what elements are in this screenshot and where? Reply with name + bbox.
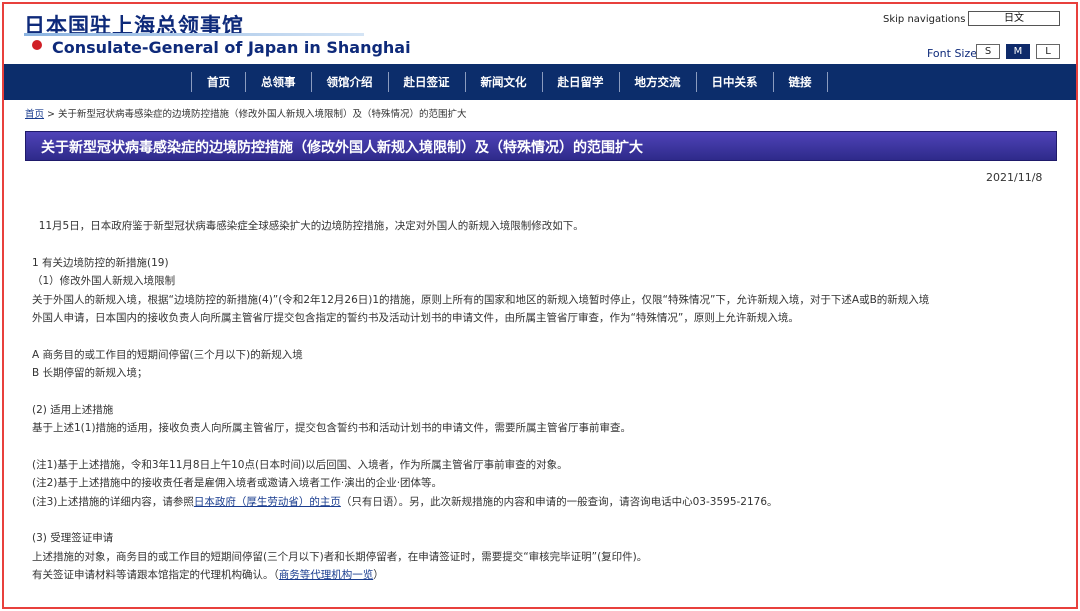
site-header: 日本国驻上海总领事馆 Consulate-General of Japan in… [4, 4, 1076, 64]
section3-title: (3) 受理签证申请 [32, 532, 114, 544]
japan-flag-icon [25, 37, 49, 53]
nav-item-consul-general[interactable]: 总领事 [245, 72, 311, 92]
nav-item-home[interactable]: 首页 [191, 72, 245, 92]
language-button[interactable]: 日文 [968, 11, 1060, 26]
section2-body: 基于上述1(1)措施的适用，接收负责人向所属主管省厅，提交包含誓约书和活动计划书… [32, 422, 632, 434]
font-size-label: Font Size [927, 47, 978, 60]
breadcrumb-separator: > [47, 109, 56, 120]
agency-list-link[interactable]: 商务等代理机构一览 [279, 569, 374, 581]
breadcrumb: 首页 > 关于新型冠状病毒感染症的边境防控措施（修改外国人新规入境限制）及（特殊… [25, 106, 467, 120]
publish-date: 2021/11/8 [986, 171, 1043, 184]
nav-item-study[interactable]: 赴日留学 [541, 72, 619, 92]
item-a: A 商务目的或工作目的短期间停留(三个月以下)的新规入境 [32, 348, 303, 361]
font-size-small-button[interactable]: S [976, 44, 1000, 59]
nav-item-links[interactable]: 链接 [772, 72, 828, 92]
note-2: (注2)基于上述措施中的接收责任者是雇佣入境者或邀请入境者工作·演出的企业·团体… [32, 477, 443, 489]
intro-paragraph: 11月5日，日本政府鉴于新型冠状病毒感染症全球感染扩大的边境防控措施，决定对外国… [38, 220, 584, 232]
section1-subtitle: （1）修改外国人新规入境限制 [32, 275, 176, 287]
breadcrumb-home-link[interactable]: 首页 [25, 109, 44, 120]
title-divider [24, 33, 364, 36]
section2-title: (2) 适用上述措施 [32, 403, 114, 416]
section3-body-line1: 上述措施的对象，商务目的或工作目的短期间停留(三个月以下)者和长期停留者，在申请… [32, 550, 648, 563]
page-title: 关于新型冠状病毒感染症的边境防控措施（修改外国人新规入境限制）及（特殊情况）的范… [41, 140, 643, 156]
note-3: (注3)上述措施的详细内容，请参照日本政府（厚生劳动省）的主页（只有日语）。另，… [32, 495, 778, 508]
nav-item-about[interactable]: 领馆介绍 [310, 72, 388, 92]
article-body: 11月5日，日本政府鉴于新型冠状病毒感染症全球感染扩大的边境防控措施，决定对外国… [32, 217, 1062, 585]
main-nav: 首页 总领事 领馆介绍 赴日签证 新闻文化 赴日留学 地方交流 日中关系 链接 [4, 64, 1076, 100]
section1-body-line2: 外国人申请，日本国内的接收负责人向所属主管省厅提交包含指定的誓约书及活动计划书的… [32, 312, 799, 324]
page-title-bar: 关于新型冠状病毒感染症的边境防控措施（修改外国人新规入境限制）及（特殊情况）的范… [25, 131, 1057, 161]
skip-navigations-link[interactable]: Skip navigations [883, 14, 965, 25]
mhlw-homepage-link[interactable]: 日本政府（厚生劳动省）的主页 [194, 496, 341, 508]
section1-title: 1 有关边境防控的新措施(19) [32, 256, 169, 269]
site-title-en[interactable]: Consulate-General of Japan in Shanghai [52, 38, 411, 57]
nav-item-japan-china[interactable]: 日中关系 [695, 72, 773, 92]
item-b: B 长期停留的新规入境； [32, 367, 148, 379]
breadcrumb-current: 关于新型冠状病毒感染症的边境防控措施（修改外国人新规入境限制）及（特殊情况）的范… [58, 109, 467, 120]
nav-item-visa[interactable]: 赴日签证 [387, 72, 465, 92]
section1-body-line1: 关于外国人的新规入境，根据“边境防控的新措施(4)”(令和2年12月26日)1的… [32, 293, 930, 306]
note-1: (注1)基于上述措施，令和3年11月8日上午10点(日本时间)以后回国、入境者，… [32, 458, 568, 471]
nav-item-local-exchange[interactable]: 地方交流 [618, 72, 696, 92]
font-size-medium-button[interactable]: M [1006, 44, 1030, 59]
section3-body-line2: 有关签证申请材料等请跟本馆指定的代理机构确认。（商务等代理机构一览） [32, 569, 384, 581]
font-size-large-button[interactable]: L [1036, 44, 1060, 59]
nav-item-news-culture[interactable]: 新闻文化 [464, 72, 542, 92]
